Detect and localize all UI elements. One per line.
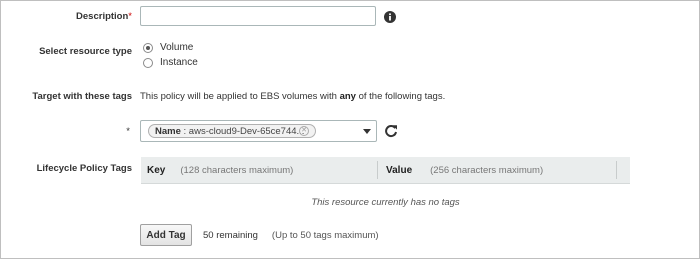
description-label: Description* [76, 11, 132, 22]
chip-remove-icon[interactable]: ✕ [299, 126, 309, 136]
column-divider [377, 161, 378, 179]
policy-description: This policy will be applied to EBS volum… [140, 91, 446, 102]
add-tag-button[interactable]: Add Tag [140, 224, 192, 246]
info-icon[interactable] [384, 11, 396, 23]
radio-volume[interactable]: Volume [143, 42, 193, 53]
lifecycle-tags-label: Lifecycle Policy Tags [36, 163, 132, 174]
radio-button[interactable] [143, 57, 153, 68]
resource-type-label: Select resource type [39, 46, 132, 57]
tag-select[interactable]: Name : aws-cloud9-Dev-65ce744... ✕ [140, 120, 377, 142]
tags-remaining: 50 remaining (Up to 50 tags maximum) [203, 230, 379, 241]
tag-chip: Name : aws-cloud9-Dev-65ce744... ✕ [148, 124, 316, 138]
dropdown-caret-icon[interactable] [363, 129, 371, 134]
column-divider [616, 161, 617, 179]
column-key: Key (128 characters maximum) [147, 164, 294, 176]
target-tags-label: Target with these tags [32, 91, 132, 102]
description-input[interactable] [140, 6, 376, 26]
radio-button-selected[interactable] [143, 42, 153, 53]
radio-volume-label: Volume [160, 42, 194, 53]
refresh-icon[interactable] [384, 124, 398, 138]
radio-instance[interactable]: Instance [143, 57, 198, 68]
empty-tags-message: This resource currently has no tags [311, 197, 460, 208]
tag-select-required-mark: * [126, 126, 130, 137]
tags-table-header: Key (128 characters maximum) Value (256 ch… [141, 157, 630, 184]
radio-instance-label: Instance [160, 57, 198, 68]
column-value: Value (256 characters maximum) [386, 164, 544, 176]
